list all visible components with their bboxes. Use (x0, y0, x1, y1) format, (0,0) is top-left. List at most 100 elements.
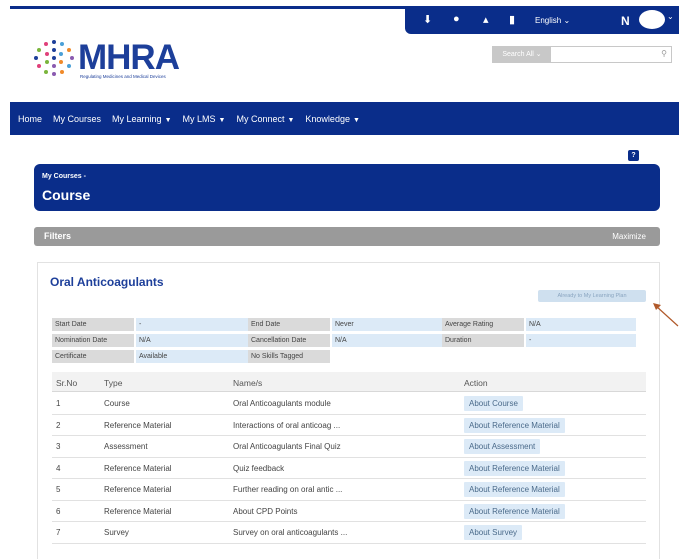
action-button[interactable]: About Reference Material (464, 417, 565, 433)
nomination-date-label: Nomination Date (52, 334, 134, 347)
nav-my-lms[interactable]: My LMS ▼ (183, 114, 226, 124)
main-nav: Home My Courses My Learning ▼ My LMS ▼ My … (10, 102, 679, 135)
start-date-label: Start Date (52, 318, 134, 331)
cell-type: Reference Material (104, 485, 172, 494)
action-button[interactable]: About Reference Material (464, 482, 565, 497)
nomination-date-value: N/A (136, 334, 248, 347)
cell-srno: 5 (56, 485, 61, 494)
logo-wordmark: MHRA (78, 38, 180, 77)
breadcrumb[interactable]: My Courses - (42, 173, 86, 180)
search-input[interactable] (553, 48, 653, 61)
download-icon[interactable]: ⬇ (423, 13, 432, 26)
cancellation-date-label: Cancellation Date (248, 334, 330, 347)
search-scope-select[interactable]: Search All ⌄ (493, 47, 551, 62)
action-button[interactable]: About Assessment (464, 439, 541, 454)
duration-label: Duration (442, 334, 524, 347)
chevron-down-icon: ▼ (287, 116, 295, 124)
nav-label: My LMS (182, 113, 216, 124)
logo-dot (52, 72, 56, 76)
logo-dot (59, 52, 63, 56)
maximize-button[interactable]: Maximize (612, 232, 646, 241)
filters-bar[interactable]: Filters Maximize (34, 227, 660, 246)
cell-type: Reference Material (104, 463, 172, 473)
document-icon[interactable]: ▮ (509, 13, 515, 26)
nav-home[interactable]: Home (18, 114, 42, 124)
cell-type: Reference Material (104, 420, 172, 430)
cell-name: Oral Anticoagulants module (233, 399, 331, 408)
avg-rating-value: N/A (526, 318, 636, 331)
page-header: My Courses - Course (34, 164, 660, 211)
logo-dot (44, 42, 48, 46)
nav-label: Knowledge (305, 113, 350, 124)
search-scope-label: Search All (502, 51, 534, 58)
cell-name: Interactions of oral anticoag ... (233, 420, 341, 430)
cell-srno: 1 (56, 399, 61, 408)
utility-bar: ⬇ ● ▴ ▮ English ⌄ N ⌄ (405, 6, 679, 34)
action-button[interactable]: About Reference Material (464, 460, 565, 476)
cell-name: Oral Anticoagulants Final Quiz (233, 442, 341, 451)
chevron-down-icon: ▼ (218, 116, 226, 124)
network-icon[interactable]: ▴ (483, 13, 489, 26)
logo-dot (37, 64, 41, 68)
certificate-value: Available (136, 350, 248, 363)
help-icon[interactable]: ? (628, 150, 639, 161)
col-header-names: Name/s (233, 378, 263, 388)
logo-dot (45, 60, 49, 64)
logo-dot (45, 52, 49, 56)
logo-dot (52, 56, 56, 60)
course-title: Oral Anticoagulants (50, 275, 164, 289)
chevron-down-icon: ▼ (164, 116, 172, 124)
page-title: Course (42, 187, 91, 203)
cell-srno: 4 (56, 463, 61, 473)
action-button[interactable]: About Reference Material (464, 503, 565, 519)
nav-knowledge[interactable]: Knowledge ▼ (305, 114, 359, 124)
duration-value: - (526, 334, 636, 347)
skills-label: No Skills Tagged (248, 350, 330, 363)
logo-dot (34, 56, 38, 60)
cell-type: Course (104, 399, 130, 408)
cell-name: Quiz feedback (233, 463, 285, 473)
logo-dot (70, 56, 74, 60)
avg-rating-label: Average Rating (442, 318, 524, 331)
table-row: 4 Reference Material Quiz feedback About Re… (52, 458, 646, 479)
annotation-arrow (653, 303, 679, 327)
learning-plan-button[interactable]: Already to My Learning Plan (538, 290, 646, 302)
logo-dot (60, 42, 64, 46)
mhra-logo[interactable]: MHRA Regulating Medicines and Medical De… (34, 38, 180, 79)
chevron-down-icon: ▼ (352, 116, 360, 124)
col-header-srno: Sr.No (56, 378, 78, 388)
language-select[interactable]: English ⌄ (535, 16, 570, 25)
info-row: Start Date - End Date Never Average Rati… (52, 318, 636, 333)
action-button[interactable]: About Course (464, 396, 523, 411)
cell-type: Reference Material (104, 506, 172, 516)
chat-icon[interactable]: ● (453, 13, 460, 25)
logo-dot (44, 70, 48, 74)
cell-type: Survey (104, 528, 129, 537)
table-row: 2 Reference Material Interactions of oral … (52, 415, 646, 436)
language-label: English (535, 16, 562, 25)
search-icon[interactable]: ⚲ (661, 49, 667, 58)
cancellation-date-value: N/A (332, 334, 442, 347)
header-rule (10, 6, 410, 9)
cell-srno: 2 (56, 420, 61, 430)
table-row: 3 Assessment Oral Anticoagulants Final Qui… (52, 436, 646, 458)
certificate-label: Certificate (52, 350, 134, 363)
nav-my-connect[interactable]: My Connect ▼ (236, 114, 294, 124)
info-row: Nomination Date N/A Cancellation Date N/… (52, 334, 636, 349)
logo-dot (52, 48, 56, 52)
chevron-down-icon: ⌄ (563, 16, 571, 25)
user-initial: N (621, 14, 630, 28)
logo-dots-icon (34, 38, 74, 78)
logo-dot (67, 64, 71, 68)
nav-my-learning[interactable]: My Learning ▼ (112, 114, 171, 124)
page: ⬇ ● ▴ ▮ English ⌄ N ⌄ MHRA Regulating Me… (0, 0, 679, 559)
cell-name: About CPD Points (233, 506, 298, 516)
nav-label: My Courses (53, 113, 102, 124)
table-row: 5 Reference Material Further reading on or… (52, 479, 646, 501)
logo-dot (52, 40, 56, 44)
avatar[interactable] (639, 10, 665, 29)
action-button[interactable]: About Survey (464, 525, 523, 540)
nav-my-courses[interactable]: My Courses (53, 114, 101, 124)
cell-srno: 7 (56, 528, 61, 537)
user-menu-chevron-icon[interactable]: ⌄ (667, 12, 674, 21)
